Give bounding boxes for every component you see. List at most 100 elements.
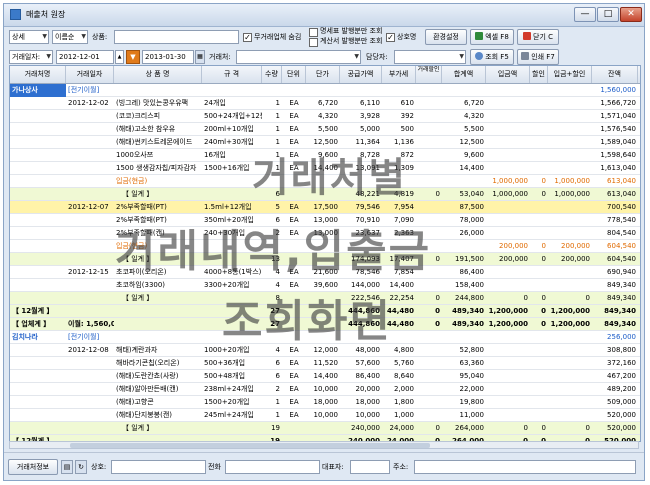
table-row[interactable]: 해바라기콘칩(오리온) 500+36개입 6 EA 11,520 57,600 5,760 6… (10, 357, 640, 370)
table-row[interactable]: (해태)고향콘 1500+20개입 1 EA 18,000 18,000 1,800 19,8… (10, 396, 640, 409)
column-header-dc[interactable]: 할인 (530, 66, 548, 83)
status-address-field (414, 460, 636, 474)
cell-disc: 0 (435, 424, 440, 432)
cell-date: 2012-12-02 (68, 99, 109, 107)
close-window-button[interactable]: ✕ (620, 7, 642, 22)
client-info-button[interactable]: 거래처정보 (8, 459, 58, 475)
calendar-icon[interactable]: ▦ (195, 50, 205, 64)
cell-total: 11,000 (459, 411, 485, 419)
cell-name: 1500 생생감자칩/피자감자 (116, 164, 197, 172)
cell-unit: EA (289, 385, 299, 393)
scrollbar-thumb[interactable] (70, 443, 430, 448)
cell-balance: 1,571,040 (600, 112, 636, 120)
cell-total: 86,400 (459, 268, 485, 276)
column-header-price[interactable]: 단가 (306, 66, 340, 83)
table-row[interactable]: (코코)크리스피 500+24개입+12봉 1 EA 4,320 3,928 392 4,32… (10, 110, 640, 123)
column-header-total[interactable]: 합계액 (442, 66, 486, 83)
column-header-spec[interactable]: 규 격 (202, 66, 262, 83)
cell-total: 22,000 (459, 385, 485, 393)
date-to-input[interactable]: 2013-01-30 (142, 50, 194, 64)
column-header-unit[interactable]: 단위 (282, 66, 306, 83)
cell-price: 18,000 (313, 398, 339, 406)
cell-balance: 509,000 (607, 398, 636, 406)
close-button[interactable]: 닫기 C (517, 29, 559, 45)
product-label: 상품: (92, 33, 108, 41)
column-header-deposit[interactable]: 입금액 (486, 66, 530, 83)
table-row[interactable]: (해태)알아만든배(캔) 238ml+24개입 2 EA 10,000 20,000 2,0… (10, 383, 640, 396)
cell-depositdc: 200,000 (561, 255, 590, 263)
cell-name: 【 일계 】 (122, 424, 154, 432)
cell-supply: 20,000 (355, 385, 381, 393)
memo-icon[interactable]: ▤ (61, 460, 73, 474)
settings-button[interactable]: 환경설정 (425, 29, 467, 45)
status-name-field (111, 460, 206, 474)
product-input[interactable] (114, 30, 239, 44)
cell-dc: 0 (541, 424, 546, 432)
cell-price: 10,000 (313, 385, 339, 393)
cell-unit: EA (289, 398, 299, 406)
cell-dc: 0 (541, 294, 546, 302)
column-header-name[interactable]: 상 품 명 (114, 66, 202, 83)
table-row[interactable]: (해태)도란칸쵸(사랑) 500+48개입 6 EA 14,400 86,400 8,640… (10, 370, 640, 383)
cell-total: 14,400 (459, 164, 485, 172)
statement-only-checkbox[interactable] (309, 28, 318, 37)
cell-total: 191,500 (455, 255, 484, 263)
cell-name: 해태)계란과자 (116, 346, 158, 354)
cell-total: 489,340 (452, 307, 484, 315)
cell-balance: 604,540 (607, 255, 636, 263)
cell-vat: 392 (400, 112, 414, 120)
cell-vat: 8,640 (393, 372, 414, 380)
search-button[interactable]: 조회 F5 (470, 49, 514, 65)
manager-combo[interactable] (394, 50, 466, 64)
cell-balance: 849,340 (604, 320, 636, 328)
cell-supply: 3,928 (359, 112, 380, 120)
invoice-only-checkbox[interactable] (309, 38, 318, 47)
table-row[interactable]: (해태)단지봉봉(캔) 245ml+24개입 1 EA 10,000 10,000 1,00… (10, 409, 640, 422)
cell-client: 【 업체계 】 (12, 320, 51, 328)
sort-combo[interactable]: 이름순 (52, 30, 88, 44)
cell-balance: 1,598,640 (600, 151, 636, 159)
column-header-balance[interactable]: 잔액 (592, 66, 638, 83)
date-type-combo[interactable]: 거래일자: (9, 50, 53, 64)
column-header-supply[interactable]: 공급가액 (340, 66, 382, 83)
client-row[interactable]: 가나상사 [전기이월] 1,560,000 (10, 84, 640, 97)
cell-qty: 1 (275, 398, 280, 406)
maximize-button[interactable]: □ (597, 7, 619, 22)
daily-subtotal-row[interactable]: 【 일계 】 19 240,000 24,000 0 264,000 0 0 0 520,000 (10, 422, 640, 435)
cell-name: (해태)도란칸쵸(사랑) (116, 372, 179, 380)
view-type-combo[interactable]: 상세 (9, 30, 49, 44)
cell-vat: 5,760 (393, 359, 414, 367)
column-header-qty[interactable]: 수량 (262, 66, 282, 83)
date-range-arrow-icon[interactable]: ▼ (126, 50, 140, 64)
cell-total: 19,800 (459, 398, 485, 406)
table-row[interactable]: (해태)고소한 참우유 200ml+10개입 1 EA 5,500 5,000 500 5,5… (10, 123, 640, 136)
cell-balance: 1,560,000 (600, 86, 636, 94)
refresh-icon[interactable]: ↻ (75, 460, 87, 474)
cell-deposit: 1,000,000 (492, 190, 528, 198)
client-combo[interactable] (236, 50, 361, 64)
column-header-note[interactable]: 비고 (638, 66, 640, 83)
cell-supply: 86,400 (355, 372, 381, 380)
cell-qty: 19 (271, 424, 280, 432)
trade-name-label: 상호명 (397, 33, 417, 41)
column-header-disc[interactable]: 거래할인 (416, 66, 442, 83)
column-header-client[interactable]: 거래처명 (10, 66, 66, 83)
cell-client: 【 12월계 】 (12, 307, 54, 315)
cell-disc: 0 (435, 307, 440, 315)
date-from-input[interactable]: 2012-12-01 (56, 50, 114, 64)
column-header-vat[interactable]: 부가세 (382, 66, 416, 83)
print-button[interactable]: 인쇄 F7 (517, 49, 559, 65)
cell-date: 2012-12-07 (68, 203, 109, 211)
cell-balance: 1,566,720 (600, 99, 636, 107)
cell-spec: 1500+20개입 (204, 398, 250, 406)
date-from-spin-icon[interactable]: ▲ (115, 50, 124, 64)
excel-button[interactable]: 엑셀 F8 (470, 29, 514, 45)
minimize-button[interactable]: — (574, 7, 596, 22)
table-row[interactable]: 2012-12-02 (빙그레) 맛있는콩우유팩 24개입 1 EA 6,720 6,110… (10, 97, 640, 110)
column-header-depositdc[interactable]: 입금+할인 (548, 66, 592, 83)
hide-no-trade-checkbox[interactable]: ✓ (243, 33, 252, 42)
trade-name-checkbox[interactable]: ✓ (386, 33, 395, 42)
cell-dc: 0 (541, 177, 546, 185)
horizontal-scrollbar[interactable] (9, 441, 639, 449)
column-header-date[interactable]: 거래일자 (66, 66, 114, 83)
